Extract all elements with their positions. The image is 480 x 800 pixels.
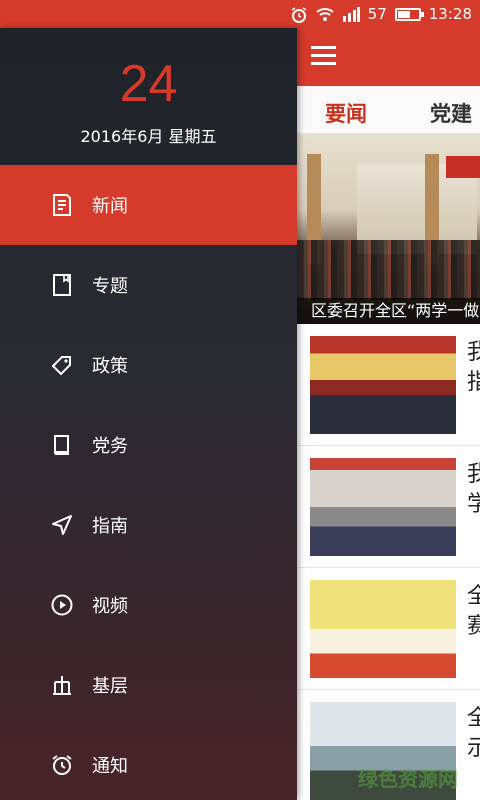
news-title: 我学 xyxy=(467,462,480,517)
battery-icon xyxy=(394,7,424,21)
drawer-item-label: 新闻 xyxy=(92,196,128,217)
navigation-drawer: 24 2016年6月 星期五 新闻 专题 政策 党务 指南 视频 基层 通知 xyxy=(0,28,297,800)
tab-party-building[interactable]: 党建 xyxy=(430,98,472,128)
drawer-item-label: 通知 xyxy=(92,756,128,777)
drawer-item-label: 党务 xyxy=(92,436,128,457)
policy-icon xyxy=(50,353,74,377)
topic-icon xyxy=(50,273,74,297)
news-item[interactable]: 我指 xyxy=(297,324,480,446)
hero-caption: 区委召开全区“两学一做 xyxy=(297,298,480,324)
tab-headlines[interactable]: 要闻 xyxy=(315,98,377,141)
news-title: 我指 xyxy=(467,340,480,395)
menu-icon[interactable] xyxy=(311,46,338,68)
drawer-item-label: 政策 xyxy=(92,356,128,377)
signal-percent: 57 xyxy=(367,5,387,23)
drawer-item-party-affairs[interactable]: 党务 xyxy=(0,405,297,485)
wifi-icon xyxy=(316,6,334,22)
news-thumbnail xyxy=(310,580,456,678)
date-day: 24 xyxy=(119,55,178,113)
notice-icon xyxy=(50,753,74,777)
video-icon xyxy=(50,593,74,617)
date-header: 24 2016年6月 星期五 xyxy=(0,28,297,165)
drawer-item-label: 视频 xyxy=(92,596,128,617)
news-item[interactable]: 我学 xyxy=(297,446,480,568)
news-item[interactable]: 全赛 xyxy=(297,568,480,690)
signal-icon xyxy=(342,6,360,22)
drawer-item-guide[interactable]: 指南 xyxy=(0,485,297,565)
grassroots-icon xyxy=(50,673,74,697)
date-line: 2016年6月 星期五 xyxy=(80,127,217,146)
drawer-item-label: 指南 xyxy=(92,516,128,537)
hero-banner[interactable]: 区委召开全区“两学一做 xyxy=(297,134,480,324)
drawer-item-news[interactable]: 新闻 xyxy=(0,165,297,245)
tab-bar: 要闻 党建 xyxy=(297,86,480,141)
hero-crowd xyxy=(297,240,480,300)
news-thumbnail xyxy=(310,336,456,434)
drawer-item-label: 基层 xyxy=(92,676,128,697)
status-bar: 57 13:28 xyxy=(0,0,480,28)
drawer-item-video[interactable]: 视频 xyxy=(0,565,297,645)
status-icons: 57 13:28 xyxy=(290,4,472,24)
drawer-item-notice[interactable]: 通知 xyxy=(0,725,297,800)
drawer-item-grassroots[interactable]: 基层 xyxy=(0,645,297,725)
main-content: 要闻 党建 区委召开全区“两学一做 我指 我学 全赛 全示 绿色资源网 xyxy=(297,28,480,800)
news-icon xyxy=(50,193,74,217)
drawer-item-policy[interactable]: 政策 xyxy=(0,325,297,405)
news-title: 全赛 xyxy=(467,584,480,639)
drawer-item-topics[interactable]: 专题 xyxy=(0,245,297,325)
news-thumbnail xyxy=(310,458,456,556)
news-title: 全示 xyxy=(467,706,480,761)
guide-icon xyxy=(50,513,74,537)
app-bar xyxy=(297,28,480,86)
battery-fill xyxy=(397,10,410,18)
drawer-item-label: 专题 xyxy=(92,276,128,297)
watermark-logo: 绿色资源网 xyxy=(358,767,458,791)
status-time: 13:28 xyxy=(428,5,472,23)
party-icon xyxy=(50,433,74,457)
hero-red-banner xyxy=(446,156,480,178)
alarm-icon xyxy=(290,6,308,23)
